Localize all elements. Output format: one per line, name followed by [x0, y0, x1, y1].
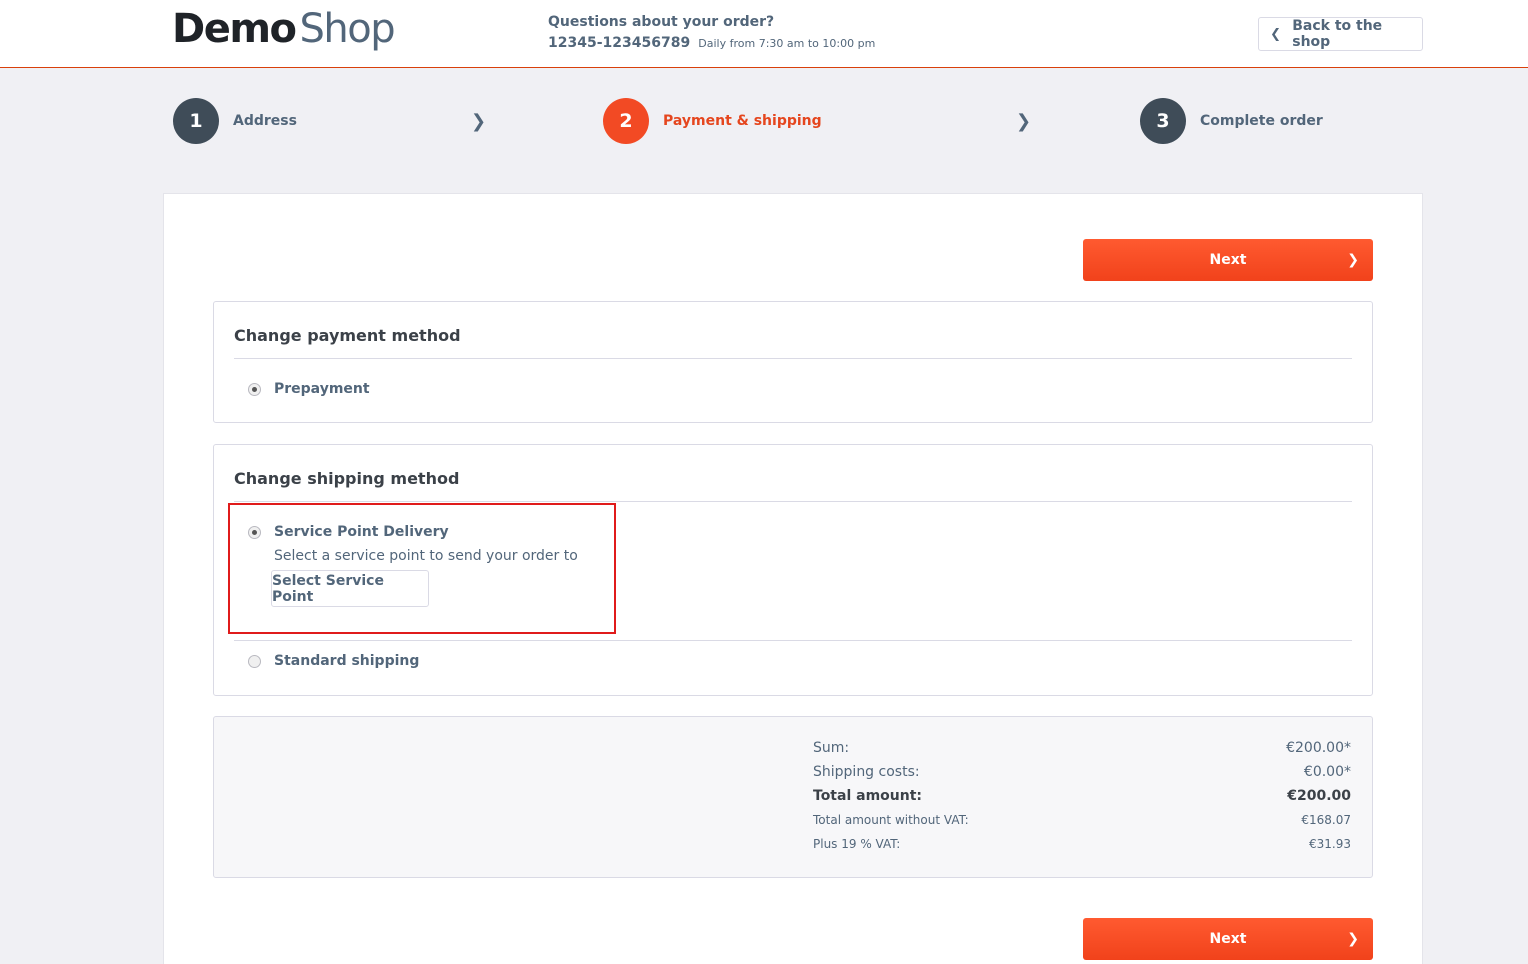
chevron-right-icon: ❯: [1347, 931, 1359, 947]
shop-logo[interactable]: Demo Shop: [172, 6, 396, 52]
summary-row-vat: Plus 19 % VAT: €31.93: [813, 837, 1351, 851]
summary-row-shipping: Shipping costs: €0.00*: [813, 764, 1351, 780]
summary-value: €200.00: [1287, 788, 1351, 804]
next-label: Next: [1209, 931, 1247, 947]
summary-label: Plus 19 % VAT:: [813, 837, 901, 851]
step-address[interactable]: 1 Address: [173, 98, 297, 144]
chevron-right-icon: ❯: [1347, 252, 1359, 268]
back-to-shop-label: Back to the shop: [1292, 18, 1383, 50]
logo-light-text: Shop: [299, 6, 396, 52]
prepayment-radio[interactable]: [248, 383, 261, 396]
hotline-question: Questions about your order?: [548, 14, 775, 30]
site-header: Demo Shop Questions about your order? 123…: [0, 0, 1528, 68]
summary-value: €0.00*: [1303, 764, 1351, 780]
next-button-top[interactable]: Next ❯: [1083, 239, 1373, 281]
step-label: Address: [233, 113, 297, 129]
summary-label: Total amount without VAT:: [813, 813, 969, 827]
step-number: 2: [603, 98, 649, 144]
summary-value: €31.93: [1309, 837, 1351, 851]
summary-label: Sum:: [813, 740, 850, 756]
summary-label: Shipping costs:: [813, 764, 920, 780]
summary-value: €200.00*: [1286, 740, 1351, 756]
step-label: Complete order: [1200, 113, 1323, 129]
summary-row-sum: Sum: €200.00*: [813, 740, 1351, 756]
back-to-shop-button[interactable]: ❮ Back to the shop: [1258, 17, 1423, 51]
step-number: 1: [173, 98, 219, 144]
summary-label: Total amount:: [813, 788, 922, 804]
hotline-hours: Daily from 7:30 am to 10:00 pm: [698, 37, 876, 50]
chevron-right-icon: ❯: [1016, 111, 1032, 132]
next-button-bottom[interactable]: Next ❯: [1083, 918, 1373, 960]
shipping-method-title: Change shipping method: [234, 469, 460, 488]
next-label: Next: [1209, 252, 1247, 268]
prepayment-label[interactable]: Prepayment: [274, 381, 370, 397]
divider: [234, 501, 1352, 502]
hotline: Questions about your order? 12345-123456…: [548, 13, 875, 53]
step-payment-shipping[interactable]: 2 Payment & shipping: [603, 98, 822, 144]
summary-row-total: Total amount: €200.00: [813, 788, 1351, 804]
divider: [234, 640, 1352, 641]
standard-shipping-radio[interactable]: [248, 655, 261, 668]
step-complete-order[interactable]: 3 Complete order: [1140, 98, 1323, 144]
payment-method-card: Change payment method: [213, 301, 1373, 423]
chevron-left-icon: ❮: [1270, 26, 1282, 42]
chevron-right-icon: ❯: [471, 111, 487, 132]
summary-value: €168.07: [1301, 813, 1351, 827]
step-number: 3: [1140, 98, 1186, 144]
hotline-phone: 12345-123456789: [548, 35, 691, 51]
standard-shipping-label[interactable]: Standard shipping: [274, 653, 419, 669]
payment-method-title: Change payment method: [234, 326, 461, 345]
step-label: Payment & shipping: [663, 113, 822, 129]
divider: [234, 358, 1352, 359]
summary-row-net: Total amount without VAT: €168.07: [813, 813, 1351, 827]
highlight-box: [228, 503, 616, 634]
logo-bold-text: Demo: [172, 6, 297, 52]
